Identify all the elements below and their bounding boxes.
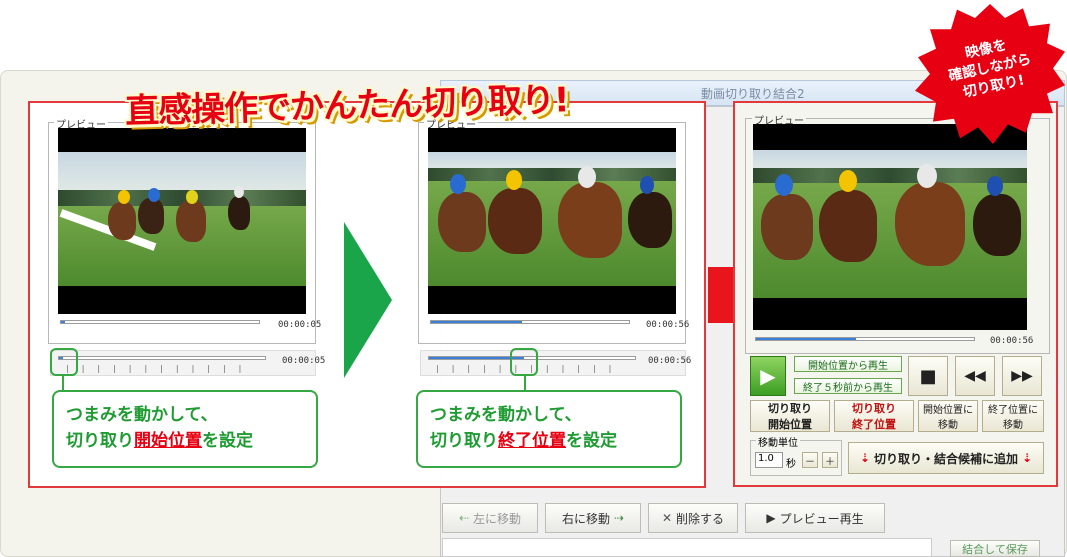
combine-save-button[interactable]: 結合して保存 (950, 540, 1040, 557)
callout-end-highlight: 終了位置 (498, 431, 566, 451)
slider-fill-app (756, 338, 857, 340)
callout-start: つまみを動かして、 切り取り開始位置を設定 (52, 390, 318, 468)
time-readout-large-start: 00:00:05 (282, 356, 326, 366)
move-to-end-label-1: 終了位置に (988, 405, 1038, 416)
move-to-start-label-1: 開始位置に (923, 405, 973, 416)
play-icon: ▶ (760, 364, 776, 388)
cut-end-label-1: 切り取り (852, 402, 896, 415)
slider-track-small-end[interactable] (430, 320, 630, 324)
slider-knob-highlight-start[interactable] (50, 348, 78, 376)
video-preview-start (58, 128, 306, 314)
move-unit-label: 移動単位 (756, 434, 800, 449)
move-to-end-button[interactable]: 終了位置に 移動 (982, 400, 1044, 432)
slider-fill-small-end (431, 321, 523, 323)
plus-button[interactable]: ＋ (822, 452, 838, 468)
callout-end-line2: 切り取り終了位置を設定 (430, 428, 680, 454)
callout-start-suffix: を設定 (202, 431, 253, 451)
time-readout-app: 00:00:56 (990, 336, 1034, 346)
callout-start-prefix: 切り取り (66, 431, 134, 451)
callout-end-suffix: を設定 (566, 431, 617, 451)
move-left-label: 左に移動 (473, 511, 522, 526)
move-right-button[interactable]: 右に移動 ⇢ (545, 503, 641, 533)
delete-label: 削除する (676, 511, 725, 526)
move-unit-input[interactable]: 1.0 (755, 452, 783, 468)
slider-fill-small-start (61, 321, 65, 323)
move-to-start-label-2: 移動 (938, 420, 958, 431)
time-readout-small-start: 00:00:05 (278, 320, 322, 330)
rewind-button[interactable]: ◀◀ (955, 356, 995, 396)
video-preview-app (753, 124, 1027, 330)
green-arrow-icon (344, 222, 392, 378)
minus-button[interactable]: － (802, 452, 818, 468)
callout-start-line2: 切り取り開始位置を設定 (66, 428, 316, 454)
play-icon: ▶ (766, 511, 776, 525)
cut-end-label-2: 終了位置 (852, 418, 896, 431)
preview-play-button[interactable]: ▶ プレビュー再生 (745, 503, 885, 533)
time-readout-large-end: 00:00:56 (648, 356, 692, 366)
play-button[interactable]: ▶ (750, 356, 786, 396)
video-preview-end (428, 128, 676, 314)
fast-forward-button[interactable]: ▶▶ (1002, 356, 1042, 396)
seconds-label: 秒 (786, 459, 796, 470)
fast-forward-icon: ▶▶ (1011, 368, 1033, 384)
play-from-start-button[interactable]: 開始位置から再生 (794, 356, 902, 372)
slider-track-large-start[interactable] (58, 356, 266, 360)
move-to-end-label-2: 移動 (1003, 420, 1023, 431)
clip-list (442, 538, 932, 557)
slider-track-small-start[interactable] (60, 320, 260, 324)
move-left-button[interactable]: ⇠ 左に移動 (442, 503, 538, 533)
callout-start-line1: つまみを動かして、 (66, 405, 218, 425)
add-arrow-icon-right: ⇣ (1022, 451, 1033, 465)
cut-start-label-2: 開始位置 (768, 418, 812, 431)
delete-button[interactable]: ✕ 削除する (648, 503, 738, 533)
time-readout-small-end: 00:00:56 (646, 320, 690, 330)
callout-end-line1: つまみを動かして、 (430, 405, 582, 425)
stop-icon: ■ (919, 365, 937, 387)
ticks-start: |||||||||||| (66, 364, 255, 373)
cut-start-label-1: 切り取り (768, 402, 812, 415)
move-left-icon: ⇠ (458, 511, 470, 525)
delete-icon: ✕ (661, 511, 673, 525)
add-candidate-button[interactable]: ⇣ 切り取り・結合候補に追加 ⇣ (848, 442, 1044, 474)
callout-end: つまみを動かして、 切り取り終了位置を設定 (416, 390, 682, 468)
move-to-start-button[interactable]: 開始位置に 移動 (918, 400, 978, 432)
move-right-label: 右に移動 (561, 511, 610, 526)
add-arrow-icon: ⇣ (859, 451, 870, 465)
callout-end-prefix: 切り取り (430, 431, 498, 451)
slider-track-app[interactable] (755, 337, 975, 341)
rewind-icon: ◀◀ (964, 368, 986, 384)
cut-start-button[interactable]: 切り取り 開始位置 (750, 400, 830, 432)
add-candidate-label: 切り取り・結合候補に追加 (873, 451, 1018, 466)
cut-end-button[interactable]: 切り取り 終了位置 (834, 400, 914, 432)
stop-button[interactable]: ■ (908, 356, 948, 396)
slider-knob-highlight-end[interactable] (510, 348, 538, 376)
move-right-icon: ⇢ (613, 511, 625, 525)
play-5sec-before-end-button[interactable]: 終了５秒前から再生 (794, 378, 902, 394)
callout-start-highlight: 開始位置 (134, 431, 202, 451)
preview-play-label: プレビュー再生 (779, 511, 864, 526)
